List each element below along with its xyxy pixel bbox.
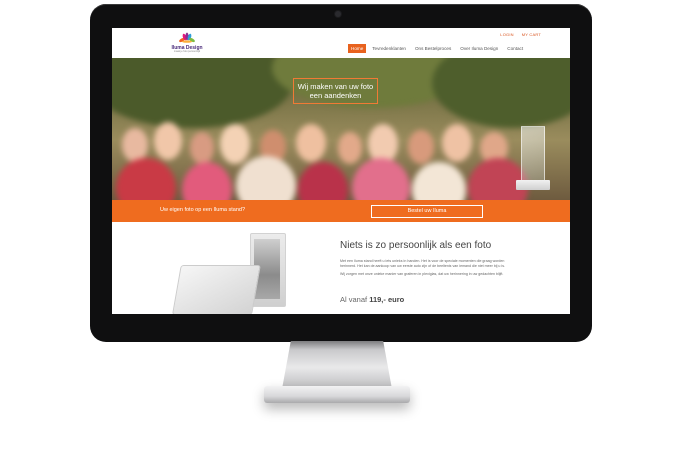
monitor: Iluma Design maak je foto persoonlijk LO… [90, 4, 592, 342]
price-prefix: Al vanaf [340, 295, 368, 304]
site-logo[interactable]: Iluma Design maak je foto persoonlijk [168, 32, 206, 53]
hero-title-line1: Wij maken van uw foto [297, 82, 374, 91]
hero-banner: Wij maken van uw foto een aandenken [112, 58, 570, 200]
nav-item-tevredenklanten[interactable]: Tevredenklanten [369, 44, 409, 53]
site-header: Iluma Design maak je foto persoonlijk LO… [112, 28, 570, 58]
cta-bar: Uw eigen foto op een Iluma stand? Bestel… [112, 200, 570, 222]
price-value: 119,- euro [369, 295, 405, 304]
content-section: Niets is zo persoonlijk als een foto Met… [112, 222, 570, 314]
cta-text: Uw eigen foto op een Iluma stand? [160, 207, 246, 213]
nav-item-home[interactable]: Home [348, 44, 367, 53]
nav-item-contact[interactable]: Contact [504, 44, 526, 53]
nav-item-over-iluma[interactable]: Over Iluma Design [457, 44, 501, 53]
order-button[interactable]: Bestel uw Iluma [371, 205, 483, 218]
content-description: Met een Iluma stand heeft u iets unieks … [340, 259, 515, 280]
camera-icon [335, 11, 341, 17]
hero-title: Wij maken van uw foto een aandenken [293, 78, 378, 104]
topbar-links: LOGIN MY CART [500, 32, 541, 37]
website-screen: Iluma Design maak je foto persoonlijk LO… [112, 28, 570, 314]
hero-title-line2: een aandenken [309, 91, 362, 100]
logo-tagline: maak je foto persoonlijk [173, 50, 201, 53]
product-image [172, 233, 302, 314]
price-line: Al vanaf 119,- euro [340, 295, 404, 304]
content-paragraph-1: Met een Iluma stand heeft u iets unieks … [340, 259, 506, 268]
glass-base [516, 180, 550, 190]
photo-frame-front [172, 265, 261, 314]
content-title: Niets is zo persoonlijk als een foto [340, 240, 492, 251]
glass-stand-image [516, 126, 552, 196]
monitor-base [264, 386, 410, 403]
my-cart-link[interactable]: MY CART [522, 32, 541, 37]
nav-item-bestelproces[interactable]: Ons Bestelproces [412, 44, 454, 53]
lotus-logo-icon [179, 32, 195, 43]
glass-panel [521, 126, 545, 184]
main-nav: Home Tevredenklanten Ons Bestelproces Ov… [348, 44, 526, 53]
content-paragraph-2: Wij zorgen met onze unieke manier van gr… [340, 272, 504, 276]
monitor-neck [282, 341, 392, 389]
login-link[interactable]: LOGIN [500, 32, 513, 37]
